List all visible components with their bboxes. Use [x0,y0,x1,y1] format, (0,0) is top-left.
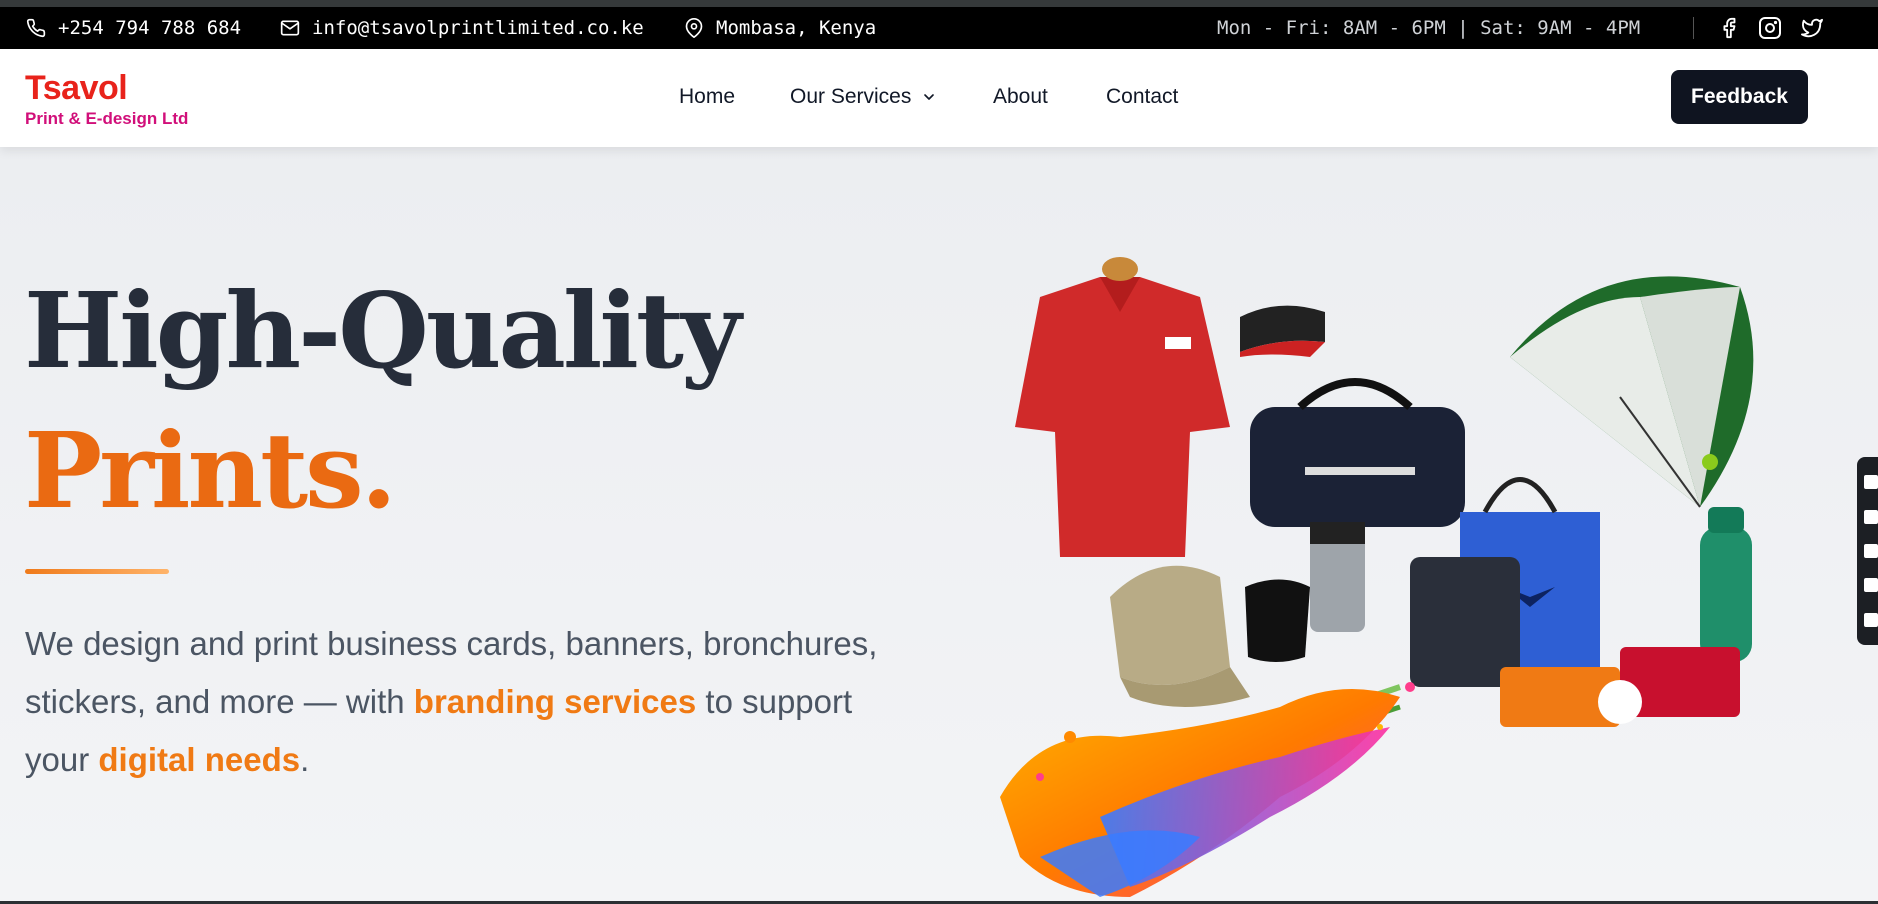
top-info-bar: +254 794 788 684 info@tsavolprintlimited… [0,7,1878,49]
chevron-down-icon [924,94,935,100]
square-tool-icon[interactable] [1864,543,1878,558]
water-bottle-graphic [1700,507,1752,662]
facebook-icon[interactable] [1718,17,1740,39]
topbar-divider [1693,17,1694,39]
hero-desc-text-3: . [300,741,310,778]
business-hours: Mon - Fri: 8AM - 6PM | Sat: 9AM - 4PM [1217,7,1640,49]
mail-icon [280,20,300,36]
nav-our-services[interactable]: Our Services [790,85,937,109]
phone-icon [26,18,46,38]
contact-phone[interactable]: +254 794 788 684 [26,7,241,49]
main-navbar: Tsavol Print & E-design Ltd Home Our Ser… [0,49,1878,147]
location-text: Mombasa, Kenya [716,17,877,39]
hours-text: Mon - Fri: 8AM - 6PM | Sat: 9AM - 4PM [1217,17,1641,39]
hero-accent-underline [25,569,169,574]
hero-desc-highlight-digital: digital needs [98,741,301,778]
hero-desc-highlight-branding: branding services [413,683,697,720]
link-tool-icon[interactable] [1864,475,1878,490]
hero-description: We design and print business cards, bann… [25,615,925,789]
phone-text: +254 794 788 684 [58,17,242,39]
umbrella-graphic [1510,276,1754,508]
map-pin-icon [685,18,703,38]
camera-tool-icon[interactable] [1864,509,1878,524]
nav-our-services-label: Our Services [790,85,912,108]
floating-tool-strip[interactable] [1857,457,1878,645]
nav-contact[interactable]: Contact [1106,85,1178,109]
black-mug-graphic [1245,579,1310,662]
window-top-stripe [0,0,1878,7]
feedback-button[interactable]: Feedback [1671,70,1808,124]
copy-tool-icon[interactable] [1864,578,1878,593]
baseball-cap-graphic [1110,565,1230,685]
red-polo-shirt-graphic [1015,257,1230,557]
contact-location: Mombasa, Kenya [684,7,876,49]
instagram-icon[interactable] [1758,16,1782,40]
paint-splash-graphic [1000,682,1415,897]
nav-about[interactable]: About [993,85,1048,109]
brand-logo-name[interactable]: Tsavol [25,69,128,108]
contact-email[interactable]: info@tsavolprintlimited.co.ke [280,7,644,49]
hero-heading-line1: High-Quality [24,269,741,392]
hero-heading-line2: Prints. [24,409,397,532]
social-links [1718,7,1824,49]
twitter-icon[interactable] [1800,17,1824,39]
nav-home[interactable]: Home [679,85,735,109]
gear-icon[interactable] [1864,612,1878,627]
hero-merchandise-image [1000,257,1754,897]
brand-logo-tagline[interactable]: Print & E-design Ltd [25,109,188,129]
duffel-bag-graphic [1250,378,1465,527]
organizer-wallet-graphic [1410,557,1520,687]
hero-section: High-Quality Prints. We design and print… [0,147,1878,904]
email-text: info@tsavolprintlimited.co.ke [312,17,644,39]
